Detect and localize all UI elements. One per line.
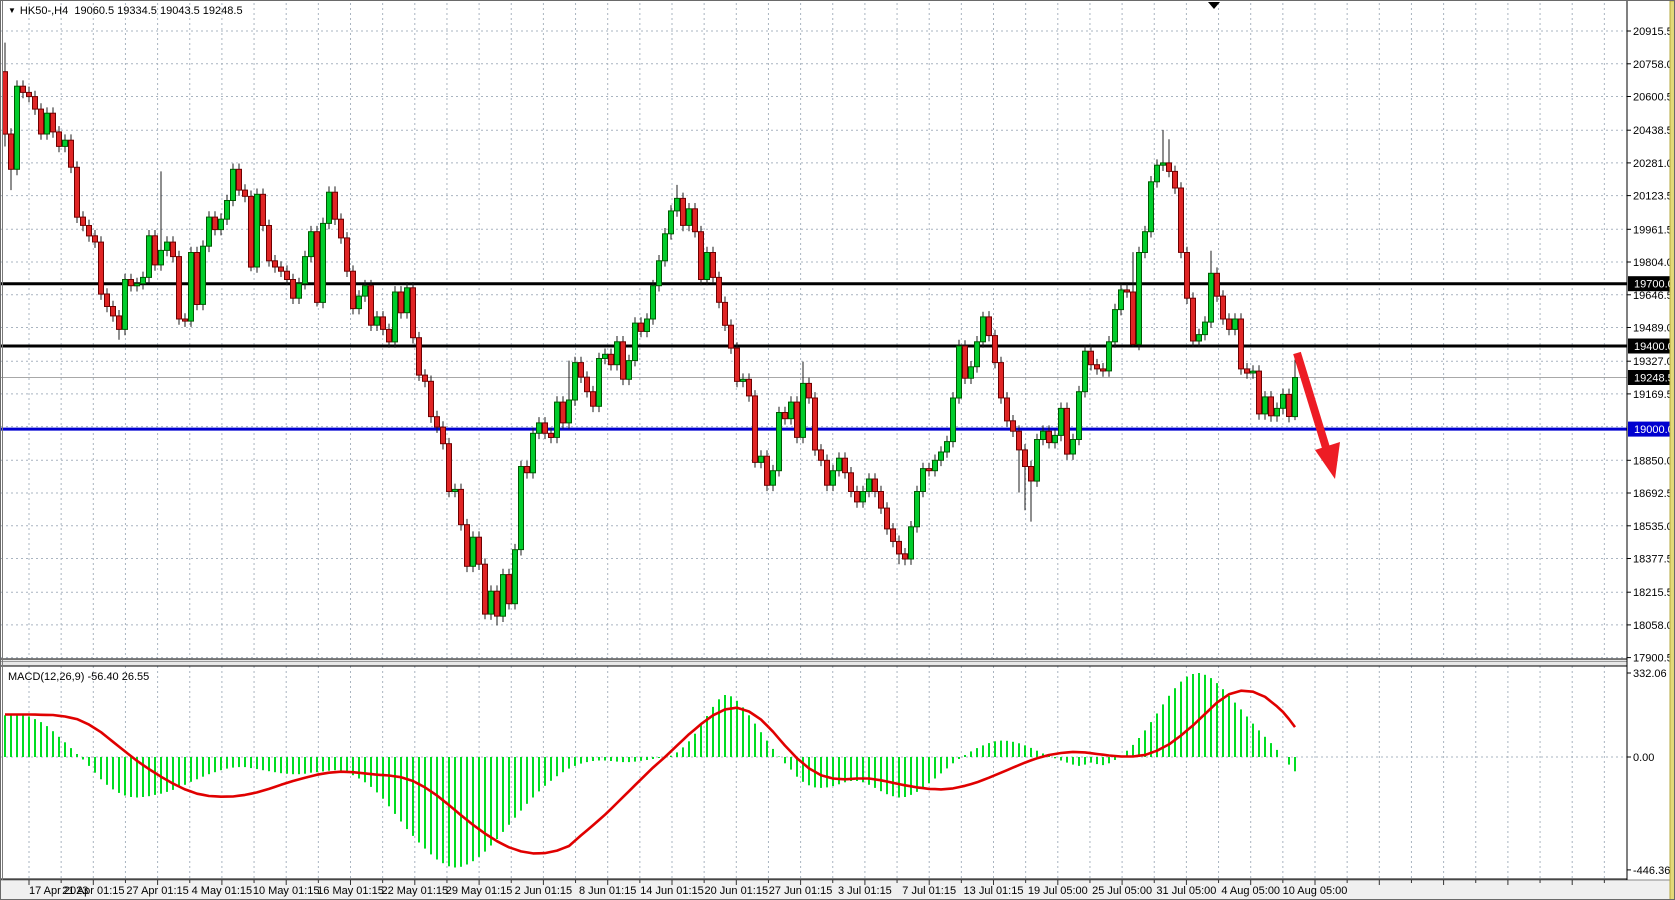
svg-text:22 May 01:15: 22 May 01:15 <box>381 885 448 897</box>
svg-text:20281.0: 20281.0 <box>1633 158 1673 170</box>
svg-text:19700.0: 19700.0 <box>1634 279 1674 291</box>
resistance-line-badge: 19700.0 <box>1628 276 1675 291</box>
svg-text:332.06: 332.06 <box>1633 668 1667 680</box>
svg-text:20438.5: 20438.5 <box>1633 125 1673 137</box>
svg-text:7 Jul 01:15: 7 Jul 01:15 <box>902 885 956 897</box>
svg-text:18377.5: 18377.5 <box>1633 554 1673 566</box>
svg-text:13 Jul 01:15: 13 Jul 01:15 <box>964 885 1024 897</box>
svg-text:10 Aug 05:00: 10 Aug 05:00 <box>1283 885 1348 897</box>
svg-text:16 May 01:15: 16 May 01:15 <box>317 885 384 897</box>
svg-text:19961.5: 19961.5 <box>1633 224 1673 236</box>
svg-text:27 Jun 01:15: 27 Jun 01:15 <box>769 885 833 897</box>
svg-text:10 May 01:15: 10 May 01:15 <box>253 885 320 897</box>
svg-text:20 Jun 01:15: 20 Jun 01:15 <box>704 885 768 897</box>
svg-text:2 Jun 01:15: 2 Jun 01:15 <box>515 885 573 897</box>
macd-name: MACD(12,26,9) <box>8 671 84 683</box>
svg-text:-446.36: -446.36 <box>1633 865 1670 877</box>
svg-text:19489.0: 19489.0 <box>1633 323 1673 335</box>
svg-text:29 May 01:15: 29 May 01:15 <box>446 885 513 897</box>
svg-text:19000.0: 19000.0 <box>1634 424 1674 436</box>
svg-text:3 Jul 01:15: 3 Jul 01:15 <box>838 885 892 897</box>
svg-text:19400.0: 19400.0 <box>1634 341 1674 353</box>
svg-text:18535.0: 18535.0 <box>1633 521 1673 533</box>
svg-text:31 Jul 05:00: 31 Jul 05:00 <box>1156 885 1216 897</box>
svg-text:19804.0: 19804.0 <box>1633 257 1673 269</box>
symbol-dropdown-icon[interactable]: ▼ <box>8 6 16 15</box>
svg-text:18215.5: 18215.5 <box>1633 587 1673 599</box>
svg-text:20123.5: 20123.5 <box>1633 191 1673 203</box>
panel-sash[interactable] <box>1 659 1627 666</box>
blue-line-badge: 19000.0 <box>1628 422 1675 437</box>
svg-text:25 Jul 05:00: 25 Jul 05:00 <box>1092 885 1152 897</box>
macd-indicator-label: MACD(12,26,9) -56.40 26.55 <box>8 671 149 683</box>
chart-title: ▼ HK50-,H4 19060.5 19334.5 19043.5 19248.… <box>8 5 243 17</box>
svg-text:27 Apr 01:15: 27 Apr 01:15 <box>126 885 188 897</box>
svg-text:20600.5: 20600.5 <box>1633 92 1673 104</box>
chart-canvas[interactable]: 20915.5 20758.0 20600.5 20438.5 20281.0 20123… <box>1 1 1675 900</box>
svg-text:20758.0: 20758.0 <box>1633 59 1673 71</box>
macd-main-value: -56.40 <box>87 671 118 683</box>
svg-text:19 Jul 05:00: 19 Jul 05:00 <box>1028 885 1088 897</box>
svg-text:18058.0: 18058.0 <box>1633 620 1673 632</box>
svg-text:14 Jun 01:15: 14 Jun 01:15 <box>640 885 704 897</box>
svg-text:19248.5: 19248.5 <box>1634 373 1674 385</box>
svg-text:19646.5: 19646.5 <box>1633 290 1673 302</box>
svg-text:19169.5: 19169.5 <box>1633 389 1673 401</box>
svg-text:20915.5: 20915.5 <box>1633 26 1673 38</box>
symbol-period: HK50-,H4 <box>20 5 68 17</box>
current-price-badge: 19248.5 <box>1628 370 1675 385</box>
svg-text:4 Aug 05:00: 4 Aug 05:00 <box>1221 885 1280 897</box>
svg-text:4 May 01:15: 4 May 01:15 <box>192 885 253 897</box>
window-edge-strip <box>1670 1 1675 900</box>
svg-text:8 Jun 01:15: 8 Jun 01:15 <box>579 885 637 897</box>
chart-window: 20915.5 20758.0 20600.5 20438.5 20281.0 20123… <box>0 0 1675 900</box>
svg-text:0.00: 0.00 <box>1633 752 1654 764</box>
time-axis-labels[interactable]: 17 Apr 202321 Apr 01:1527 Apr 01:154 May… <box>29 885 1347 897</box>
svg-text:17900.5: 17900.5 <box>1633 653 1673 665</box>
ohlc-values: 19060.5 19334.5 19043.5 19248.5 <box>74 5 242 17</box>
support-line-badge: 19400.0 <box>1628 339 1675 354</box>
svg-text:18850.0: 18850.0 <box>1633 455 1673 467</box>
svg-text:18692.5: 18692.5 <box>1633 488 1673 500</box>
macd-signal-value: 26.55 <box>122 671 150 683</box>
svg-text:21 Apr 01:15: 21 Apr 01:15 <box>62 885 124 897</box>
svg-text:19327.0: 19327.0 <box>1633 356 1673 368</box>
